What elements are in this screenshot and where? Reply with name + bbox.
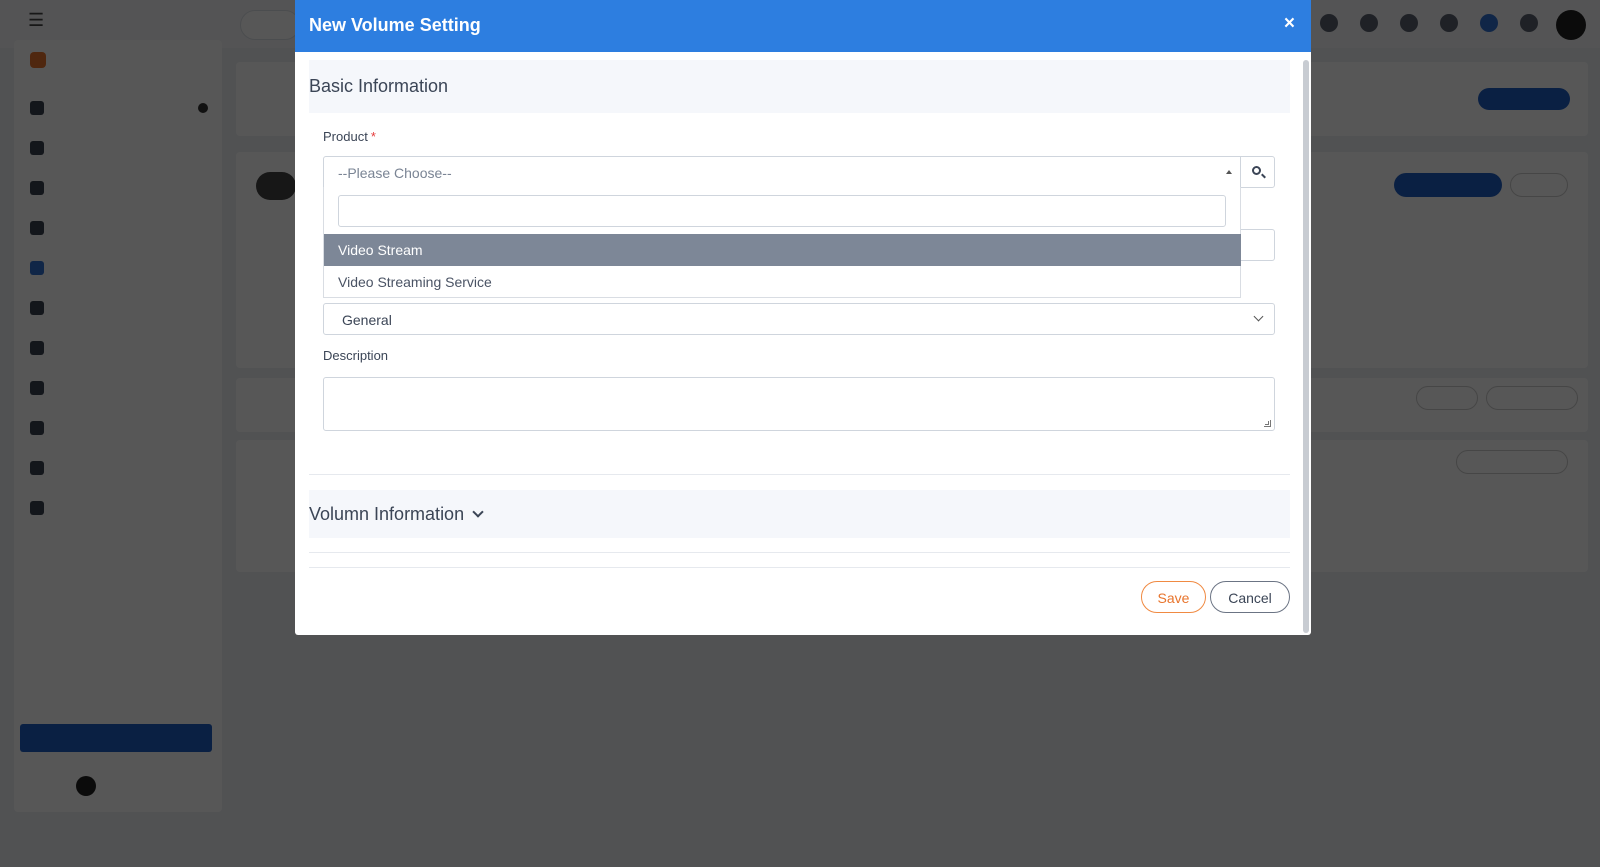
modal-header: New Volume Setting × <box>295 0 1311 52</box>
volumn-information-title: Volumn Information <box>309 503 465 524</box>
dropdown-option-video-stream[interactable]: Video Stream <box>324 234 1241 266</box>
description-textarea[interactable] <box>323 377 1275 431</box>
type-select-value: General <box>342 312 392 328</box>
search-icon <box>1252 166 1261 175</box>
required-marker: * <box>370 129 376 144</box>
hidden-field-edge <box>1241 229 1275 261</box>
type-select[interactable]: General <box>323 303 1275 335</box>
chevron-down-icon <box>472 506 484 518</box>
section-divider <box>309 474 1290 475</box>
close-icon[interactable]: × <box>1284 13 1295 35</box>
footer-divider <box>309 567 1290 568</box>
basic-information-title: Basic Information <box>309 76 449 96</box>
resize-handle-icon[interactable] <box>1264 420 1271 427</box>
modal-title: New Volume Setting <box>309 15 481 35</box>
dropdown-search-input[interactable] <box>338 195 1226 227</box>
description-label: Description <box>323 348 389 363</box>
product-dropdown: Video Stream Video Streaming Service <box>323 187 1241 298</box>
save-button[interactable]: Save <box>1141 581 1206 613</box>
product-label: Product * <box>323 129 376 144</box>
volumn-information-header[interactable]: Volumn Information <box>309 490 1290 538</box>
product-select-placeholder: --Please Choose-- <box>338 165 452 181</box>
caret-up-icon <box>1226 170 1232 174</box>
dropdown-option-video-streaming-service[interactable]: Video Streaming Service <box>324 266 1241 298</box>
product-select[interactable]: --Please Choose-- <box>323 156 1241 188</box>
cancel-button[interactable]: Cancel <box>1210 581 1290 613</box>
product-search-button[interactable] <box>1240 156 1275 188</box>
modal-scrollbar[interactable] <box>1303 60 1309 633</box>
new-volume-setting-modal: New Volume Setting × Basic Information P… <box>295 0 1311 635</box>
chevron-down-icon <box>1253 311 1264 322</box>
basic-information-header: Basic Information <box>309 60 1290 113</box>
modal-body: Basic Information Product * --Please Choo… <box>295 52 1311 635</box>
product-label-text: Product <box>323 129 368 144</box>
section-divider <box>309 552 1290 553</box>
